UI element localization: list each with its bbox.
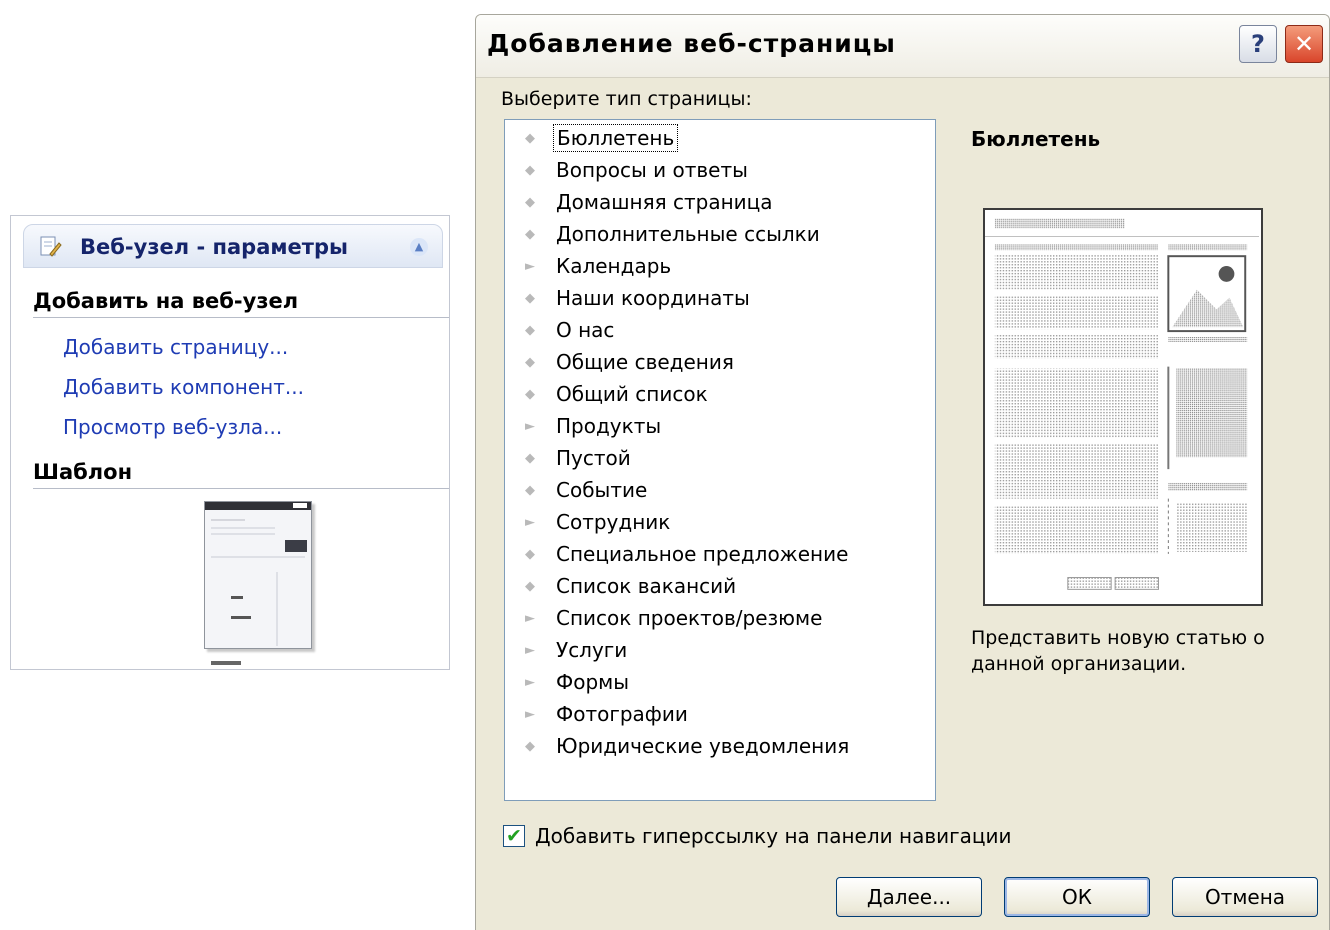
checkmark-icon: ✔ — [506, 825, 522, 847]
list-item-label: Общий список — [556, 382, 708, 406]
diamond-bullet-icon: ◆ — [525, 579, 535, 594]
diamond-bullet-icon: ◆ — [525, 227, 535, 242]
list-item[interactable]: ◆ Вопросы и ответы — [505, 156, 935, 188]
list-item-label: Событие — [556, 478, 648, 502]
task-pane-title: Веб-узел - параметры — [80, 235, 348, 259]
close-button[interactable]: ✕ — [1285, 25, 1323, 63]
diamond-bullet-icon: ◆ — [525, 291, 535, 306]
list-item[interactable]: ► Сотрудник — [505, 508, 935, 540]
diamond-bullet-icon: ◆ — [525, 195, 535, 210]
list-item[interactable]: ◆ Наши координаты — [505, 284, 935, 316]
list-item[interactable]: ► Календарь — [505, 252, 935, 284]
diamond-bullet-icon: ◆ — [525, 323, 535, 338]
list-item-label: Сотрудник — [556, 510, 671, 534]
arrow-bullet-icon: ► — [525, 707, 535, 722]
list-item[interactable]: ◆ Юридические уведомления — [505, 732, 935, 764]
section-template: Шаблон — [33, 460, 449, 489]
list-item-label: Формы — [556, 670, 630, 694]
document-edit-icon — [40, 236, 62, 257]
diamond-bullet-icon: ◆ — [525, 131, 535, 146]
list-item[interactable]: ◆ Список вакансий — [505, 572, 935, 604]
page-preview-image — [983, 208, 1263, 606]
preview-site-link[interactable]: Просмотр веб-узла... — [63, 415, 282, 439]
arrow-bullet-icon: ► — [525, 643, 535, 658]
list-item-label: Услуги — [556, 638, 628, 662]
add-hyperlink-checkbox[interactable]: ✔ — [503, 825, 525, 847]
section-add-to-site: Добавить на веб-узел — [33, 289, 449, 318]
list-item-label: Вопросы и ответы — [556, 158, 748, 182]
next-button[interactable]: Далее... — [836, 877, 982, 917]
list-item-bulletin[interactable]: ◆ Бюллетень — [505, 124, 935, 156]
list-item-label: Список проектов/резюме — [556, 606, 823, 630]
arrow-bullet-icon: ► — [525, 515, 535, 530]
arrow-bullet-icon: ► — [525, 675, 535, 690]
list-item[interactable]: ► Услуги — [505, 636, 935, 668]
page-type-list[interactable]: ◆ Бюллетень ◆ Вопросы и ответы ◆ Домашня… — [504, 119, 936, 801]
question-icon: ? — [1251, 30, 1265, 58]
list-item-label: Список вакансий — [556, 574, 737, 598]
help-button[interactable]: ? — [1239, 25, 1277, 63]
diamond-bullet-icon: ◆ — [525, 483, 535, 498]
diamond-bullet-icon: ◆ — [525, 355, 535, 370]
list-item-label: Специальное предложение — [556, 542, 849, 566]
add-hyperlink-label[interactable]: Добавить гиперссылку на панели навигации — [535, 824, 1011, 848]
dialog-title-bar[interactable]: Добавление веб-страницы ? ✕ — [476, 15, 1329, 78]
list-item[interactable]: ◆ Специальное предложение — [505, 540, 935, 572]
add-page-link[interactable]: Добавить страницу... — [63, 335, 288, 359]
diamond-bullet-icon: ◆ — [525, 451, 535, 466]
task-pane-header[interactable]: Веб-узел - параметры ▲ — [23, 224, 443, 268]
page-type-label: Выберите тип страницы: — [501, 88, 752, 110]
list-item-label: Дополнительные ссылки — [556, 222, 820, 246]
list-item[interactable]: ► Формы — [505, 668, 935, 700]
list-item[interactable]: ► Список проектов/резюме — [505, 604, 935, 636]
list-item-label: Юридические уведомления — [556, 734, 850, 758]
list-item-label: Фотографии — [556, 702, 688, 726]
diamond-bullet-icon: ◆ — [525, 163, 535, 178]
list-item[interactable]: ► Фотографии — [505, 700, 935, 732]
list-item[interactable]: ◆ Дополнительные ссылки — [505, 220, 935, 252]
diamond-bullet-icon: ◆ — [525, 739, 535, 754]
list-item-label: Календарь — [556, 254, 672, 278]
list-item[interactable]: ◆ Пустой — [505, 444, 935, 476]
ok-button[interactable]: ОК — [1004, 877, 1150, 917]
arrow-bullet-icon: ► — [525, 611, 535, 626]
list-item-label: Бюллетень — [553, 124, 679, 152]
list-item[interactable]: ◆ Домашняя страница — [505, 188, 935, 220]
list-item[interactable]: ► Продукты — [505, 412, 935, 444]
add-component-link[interactable]: Добавить компонент... — [63, 375, 304, 399]
cropped-caption — [211, 661, 241, 669]
list-item[interactable]: ◆ О нас — [505, 316, 935, 348]
list-item-label: Наши координаты — [556, 286, 750, 310]
list-item[interactable]: ◆ Общие сведения — [505, 348, 935, 380]
preview-description: Представить новую статью о данной органи… — [971, 627, 1265, 675]
list-item-label: Продукты — [556, 414, 662, 438]
dialog-title: Добавление веб-страницы — [487, 29, 896, 58]
task-pane: Веб-узел - параметры ▲ Добавить на веб-у… — [10, 215, 450, 670]
add-web-page-dialog: Добавление веб-страницы ? ✕ Выберите тип… — [475, 14, 1330, 930]
arrow-bullet-icon: ► — [525, 419, 535, 434]
arrow-bullet-icon: ► — [525, 259, 535, 274]
list-item-label: Общие сведения — [556, 350, 734, 374]
cancel-button[interactable]: Отмена — [1172, 877, 1318, 917]
chevron-up-icon[interactable]: ▲ — [410, 238, 428, 256]
list-item-label: О нас — [556, 318, 615, 342]
list-item[interactable]: ◆ Событие — [505, 476, 935, 508]
close-icon: ✕ — [1293, 30, 1315, 58]
template-thumbnail[interactable] — [204, 501, 312, 649]
list-item-label: Домашняя страница — [556, 190, 773, 214]
preview-title: Бюллетень — [971, 127, 1101, 151]
list-item[interactable]: ◆ Общий список — [505, 380, 935, 412]
diamond-bullet-icon: ◆ — [525, 387, 535, 402]
diamond-bullet-icon: ◆ — [525, 547, 535, 562]
list-item-label: Пустой — [556, 446, 631, 470]
